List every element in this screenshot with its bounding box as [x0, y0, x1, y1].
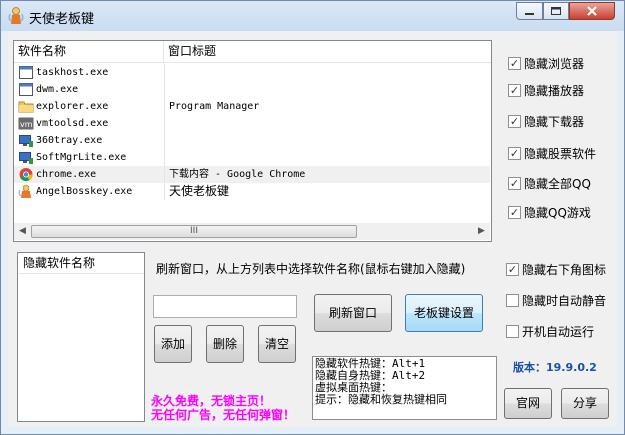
angel-icon — [18, 184, 31, 198]
process-list-view[interactable]: 软件名称 窗口标题 taskhost.exe dwm.exe explorer.… — [13, 40, 492, 242]
horizontal-scrollbar[interactable]: ◀ III ▶ — [14, 223, 490, 240]
website-button-label: 官网 — [515, 396, 540, 410]
window-app-icon — [19, 66, 33, 79]
delete-button[interactable]: 删除 — [206, 325, 244, 363]
folder-icon — [18, 101, 34, 113]
window-title: 天使老板键 — [29, 12, 95, 27]
title-bar[interactable]: 天使老板键 — [1, 1, 624, 31]
minimize-button[interactable] — [516, 2, 543, 20]
window-title-cell: 天使老板键 — [169, 184, 230, 198]
checkbox-box[interactable]: ✓ — [508, 57, 521, 70]
hotkey-info-box[interactable]: 隐藏软件热键：Alt+1 隐藏自身热键：Alt+2 虚拟桌面热键： 提示：隐藏和… — [312, 356, 497, 420]
table-row[interactable]: dwm.exe — [14, 81, 490, 98]
scroll-grip: III — [190, 226, 198, 236]
column-divider — [164, 132, 165, 149]
checkbox-label: 隐藏下载器 — [524, 115, 585, 129]
refresh-window-button[interactable]: 刷新窗口 — [314, 294, 392, 332]
checkbox-box[interactable] — [506, 325, 519, 338]
table-row[interactable]: taskhost.exe — [14, 64, 490, 81]
checkbox-label: 开机自动运行 — [522, 325, 595, 339]
column-header-name[interactable]: 软件名称 — [14, 41, 164, 62]
table-row[interactable]: AngelBosskey.exe 天使老板键 — [14, 183, 490, 200]
hidden-list-header-label: 隐藏软件名称 — [23, 256, 96, 270]
checkbox-box[interactable]: ✓ — [508, 84, 521, 97]
checkbox-box[interactable]: ✓ — [508, 206, 521, 219]
hotkey-line: 提示：隐藏和恢复热键相同 — [315, 393, 447, 406]
angel-app-icon — [8, 7, 24, 24]
clear-button-label: 清空 — [264, 337, 289, 351]
checkbox-box[interactable]: ✓ — [508, 147, 521, 160]
settings-button-label: 老板键设置 — [413, 306, 474, 320]
checkbox-label: 隐藏播放器 — [524, 84, 585, 98]
hint-text: 刷新窗口，从上方列表中选择软件名称(鼠标右键加入隐藏) — [156, 262, 466, 276]
column-divider — [164, 183, 165, 200]
version-label: 版本：19.9.0.2 — [513, 361, 597, 374]
checkbox-label: 隐藏浏览器 — [524, 57, 585, 71]
checkbox-box[interactable]: ✓ — [508, 177, 521, 190]
column-divider — [164, 166, 165, 183]
column-header-title[interactable]: 窗口标题 — [164, 41, 491, 62]
minimize-icon — [525, 13, 534, 15]
checkbox-label: 隐藏QQ游戏 — [524, 206, 591, 220]
promo-line-2: 无任何广告，无任何弹窗！ — [151, 408, 296, 422]
process-name: SoftMgrLite.exe — [36, 152, 127, 163]
vm-icon: vm — [18, 117, 34, 130]
column-divider — [164, 64, 165, 81]
clear-button[interactable]: 清空 — [258, 325, 296, 363]
window-app-icon — [19, 83, 33, 96]
process-name: AngelBosskey.exe — [36, 186, 133, 197]
add-button-label: 添加 — [160, 337, 185, 351]
client-area: 软件名称 窗口标题 taskhost.exe dwm.exe explorer.… — [8, 31, 617, 427]
add-button[interactable]: 添加 — [154, 325, 192, 363]
checkbox-box[interactable]: ✓ — [508, 115, 521, 128]
scroll-right-arrow-icon[interactable]: ▶ — [473, 223, 490, 240]
window-title-cell: 下载内容 - Google Chrome — [169, 169, 306, 180]
column-divider — [164, 115, 165, 132]
share-button-label: 分享 — [572, 396, 597, 410]
scrollbar-thumb[interactable]: III — [31, 225, 357, 238]
close-button[interactable] — [569, 2, 615, 20]
website-button[interactable]: 官网 — [504, 388, 552, 419]
window-title-cell: Program Manager — [169, 101, 260, 112]
table-row[interactable]: SoftMgrLite.exe — [14, 149, 490, 166]
monitor-app-icon — [19, 152, 33, 164]
checkbox-label: 隐藏全部QQ — [524, 177, 591, 191]
hidden-software-list[interactable]: 隐藏软件名称 — [17, 252, 145, 422]
software-name-input[interactable] — [153, 295, 297, 318]
svg-text:vm: vm — [20, 120, 33, 129]
checkbox-label: 隐藏右下角图标 — [522, 263, 607, 277]
process-name: 360tray.exe — [36, 135, 103, 146]
delete-button-label: 删除 — [212, 337, 237, 351]
chrome-icon — [19, 168, 33, 181]
share-button[interactable]: 分享 — [561, 388, 609, 419]
table-row[interactable]: vm vmtoolsd.exe — [14, 115, 490, 132]
column-divider — [164, 98, 165, 115]
boss-key-settings-button[interactable]: 老板键设置 — [405, 294, 483, 332]
table-row[interactable]: chrome.exe 下载内容 - Google Chrome — [14, 166, 490, 183]
scroll-left-arrow-icon[interactable]: ◀ — [14, 223, 31, 240]
maximize-button[interactable] — [543, 2, 569, 20]
table-row[interactable]: 360tray.exe — [14, 132, 490, 149]
table-row[interactable]: explorer.exe Program Manager — [14, 98, 490, 115]
close-icon — [587, 6, 597, 16]
maximize-icon — [551, 7, 561, 15]
main-window: 天使老板键 软件名称 窗口标题 taskhost.exe dwm.exe exp… — [0, 0, 625, 435]
checkbox-label: 隐藏股票软件 — [524, 147, 597, 161]
monitor-app-icon — [19, 135, 33, 147]
column-divider — [164, 149, 165, 166]
process-name: dwm.exe — [36, 84, 79, 95]
process-name: chrome.exe — [36, 169, 97, 180]
process-name: taskhost.exe — [36, 67, 109, 78]
list-header: 软件名称 窗口标题 — [14, 41, 491, 63]
process-name: explorer.exe — [36, 101, 109, 112]
process-name: vmtoolsd.exe — [36, 118, 109, 129]
checkbox-box[interactable] — [506, 294, 519, 307]
checkbox-box[interactable]: ✓ — [506, 263, 519, 276]
refresh-button-label: 刷新窗口 — [328, 306, 377, 320]
checkbox-label: 隐藏时自动静音 — [522, 294, 607, 308]
column-divider — [164, 81, 165, 98]
hidden-list-header[interactable]: 隐藏软件名称 — [18, 253, 144, 274]
